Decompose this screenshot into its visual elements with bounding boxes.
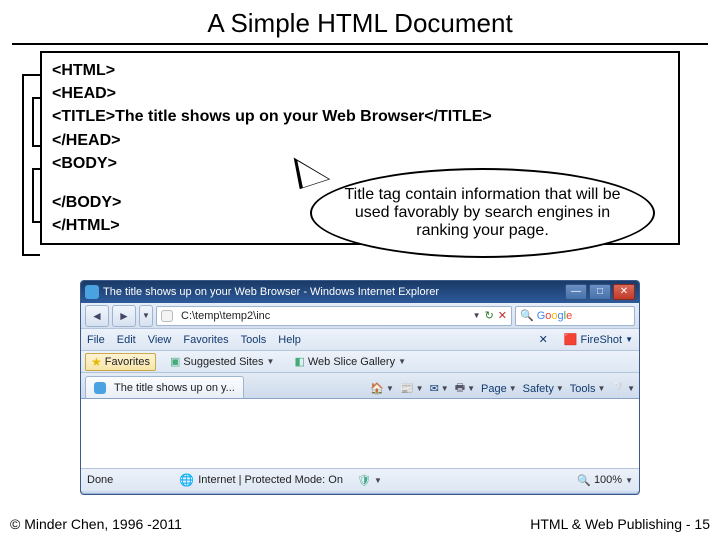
menu-view[interactable]: View: [148, 334, 172, 346]
page-menu[interactable]: Page ▼: [481, 383, 517, 395]
zone-text: Internet | Protected Mode: On: [198, 474, 343, 486]
titlebar: The title shows up on your Web Browser -…: [81, 281, 639, 303]
zoom-icon: 🔍: [577, 474, 591, 487]
suggested-icon: ▣: [170, 355, 180, 368]
nav-row: ◄ ► ▼ C:\temp\temp2\inc ▼ ↻ ✕ 🔍 Google: [81, 303, 639, 329]
help-icon[interactable]: ❔▼: [611, 382, 635, 395]
menu-help[interactable]: Help: [278, 334, 301, 346]
tab-row: The title shows up on y... 🏠 ▼ 📰 ▼ ✉ ▼ 🖶…: [81, 373, 639, 399]
stop-icon[interactable]: ✕: [498, 309, 507, 322]
browser-window: The title shows up on your Web Browser -…: [80, 280, 640, 495]
menu-tools[interactable]: Tools: [241, 334, 267, 346]
forward-button[interactable]: ►: [112, 305, 136, 327]
favorites-button[interactable]: ★Favorites: [85, 353, 156, 371]
zoom-dropdown-icon: ▼: [625, 476, 633, 485]
slice-icon: ◧: [294, 355, 304, 368]
code-head-close: </HEAD>: [52, 129, 668, 152]
globe-icon: 🌐: [179, 473, 194, 487]
back-button[interactable]: ◄: [85, 305, 109, 327]
ie-icon: [85, 285, 99, 299]
search-placeholder: Google: [537, 310, 573, 322]
toolbar-close-icon[interactable]: ✕: [539, 333, 548, 346]
code-title: <TITLE>The title shows up on your Web Br…: [52, 105, 668, 128]
search-provider-icon: 🔍: [520, 309, 534, 322]
mail-button[interactable]: ✉ ▼: [430, 382, 449, 395]
window-title: The title shows up on your Web Browser -…: [103, 286, 439, 298]
suggested-sites[interactable]: ▣Suggested Sites ▼: [164, 353, 280, 370]
tab-label: The title shows up on y...: [114, 382, 235, 394]
security-zone[interactable]: 🌐 Internet | Protected Mode: On: [179, 473, 343, 487]
home-button[interactable]: 🏠 ▼: [370, 382, 394, 395]
address-dropdown-icon[interactable]: ▼: [473, 311, 481, 320]
tab-active[interactable]: The title shows up on y...: [85, 376, 244, 398]
code-head-open: <HEAD>: [52, 82, 668, 105]
title-rule: [12, 43, 708, 45]
print-button[interactable]: 🖶 ▼: [455, 379, 475, 398]
star-icon: ★: [91, 355, 102, 369]
page-icon: [161, 310, 173, 322]
address-bar[interactable]: C:\temp\temp2\inc ▼ ↻ ✕: [156, 306, 512, 326]
status-done: Done: [87, 474, 113, 486]
zoom-control[interactable]: 🔍 100% ▼: [577, 474, 633, 487]
code-html-open: <HTML>: [52, 59, 668, 82]
shield-icon[interactable]: 🛡 ▼: [357, 474, 382, 487]
tools-menu[interactable]: Tools ▼: [570, 383, 606, 395]
refresh-icon[interactable]: ↻: [485, 309, 494, 322]
favorites-bar: ★Favorites ▣Suggested Sites ▼ ◧Web Slice…: [81, 351, 639, 373]
menu-favorites[interactable]: Favorites: [183, 334, 228, 346]
fireshot-button[interactable]: 🟥 FireShot ▼: [564, 333, 633, 346]
callout-text: Title tag contain information that will …: [330, 186, 635, 240]
window-buttons: — □ ✕: [565, 284, 635, 300]
web-slice[interactable]: ◧Web Slice Gallery ▼: [288, 353, 412, 370]
tab-favicon: [94, 382, 106, 394]
minimize-button[interactable]: —: [565, 284, 587, 300]
code-body-open: <BODY>: [52, 152, 668, 175]
menu-edit[interactable]: Edit: [117, 334, 136, 346]
recent-dropdown[interactable]: ▼: [139, 305, 153, 327]
address-text: C:\temp\temp2\inc: [181, 310, 270, 322]
close-button[interactable]: ✕: [613, 284, 635, 300]
footer-copyright: © Minder Chen, 1996 -2011: [10, 516, 182, 532]
callout-bubble: Title tag contain information that will …: [310, 168, 655, 258]
menu-file[interactable]: File: [87, 334, 105, 346]
page-content: [81, 399, 639, 469]
status-bar: Done 🌐 Internet | Protected Mode: On 🛡 ▼…: [81, 469, 639, 491]
search-box[interactable]: 🔍 Google: [515, 306, 635, 326]
footer-page: HTML & Web Publishing - 15: [530, 516, 710, 532]
maximize-button[interactable]: □: [589, 284, 611, 300]
zoom-value: 100%: [594, 474, 622, 486]
menu-bar: File Edit View Favorites Tools Help ✕ 🟥 …: [81, 329, 639, 351]
tab-toolbar: 🏠 ▼ 📰 ▼ ✉ ▼ 🖶 ▼ Page ▼ Safety ▼ Tools ▼ …: [370, 379, 635, 398]
slide-title: A Simple HTML Document: [0, 0, 720, 43]
feeds-button[interactable]: 📰 ▼: [400, 382, 424, 395]
safety-menu[interactable]: Safety ▼: [523, 383, 564, 395]
